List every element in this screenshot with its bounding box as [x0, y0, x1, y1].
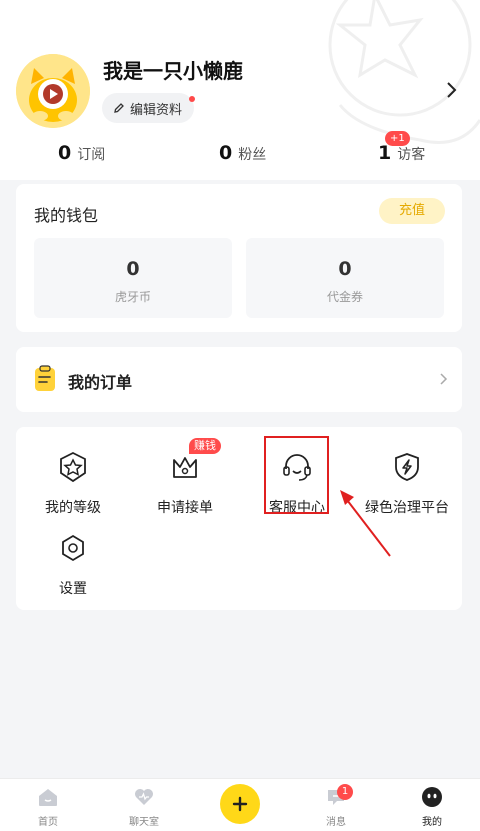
service-label: 设置: [59, 581, 87, 597]
chat-heart-icon: [135, 789, 153, 805]
earn-badge: 赚钱: [189, 438, 221, 454]
chevron-right-icon[interactable]: [445, 80, 459, 100]
wallet-huya-coins[interactable]: 0 虎牙币: [34, 238, 232, 318]
tab-label: 首页: [38, 817, 58, 828]
profile-header: 我是一只小懒鹿 编辑资料 0 订阅 0 粉丝 1 访客 +1: [0, 0, 480, 180]
plus-icon: [232, 796, 248, 812]
my-orders-label: 我的订单: [68, 373, 133, 392]
stat-label: 订阅: [77, 147, 106, 163]
wallet-label: 虎牙币: [114, 290, 151, 304]
pointer-arrow-icon: [340, 490, 391, 557]
tiger-mascot-icon: [16, 54, 90, 128]
edit-profile-label: 编辑资料: [130, 102, 183, 118]
avatar[interactable]: [16, 54, 90, 128]
service-apply-orders[interactable]: 申请接单: [130, 449, 240, 517]
stat-subscriptions[interactable]: 0 订阅: [58, 142, 105, 164]
recharge-button[interactable]: 充值: [379, 198, 445, 224]
my-orders-row[interactable]: 我的订单: [16, 347, 462, 412]
visitor-badge: +1: [385, 131, 410, 146]
gear-icon: [62, 534, 84, 562]
crown-icon: [173, 457, 197, 478]
pencil-icon: [114, 103, 124, 113]
profile-icon: [422, 787, 442, 807]
edit-profile-button[interactable]: 编辑资料: [102, 93, 196, 123]
wallet-value: 0: [338, 258, 352, 280]
level-badge-icon: [60, 451, 86, 483]
service-my-level[interactable]: 我的等级: [18, 449, 128, 517]
create-plus-button[interactable]: [220, 784, 260, 824]
wallet-value: 0: [126, 258, 140, 280]
service-label: 我的等级: [45, 500, 101, 516]
stat-label: 访客: [397, 147, 426, 163]
service-settings[interactable]: 设置: [18, 530, 128, 598]
highlight-box: [264, 436, 329, 514]
shield-bolt-icon: [395, 453, 419, 481]
stat-value: 0: [219, 142, 233, 164]
wallet-label: 代金券: [326, 290, 363, 304]
service-label: 申请接单: [157, 500, 213, 516]
tab-label: 聊天室: [129, 817, 159, 828]
chevron-right-icon: [440, 373, 448, 385]
wallet-card: 我的钱包 充值 0 虎牙币 0 代金券: [16, 184, 462, 332]
tab-messages[interactable]: 消息: [306, 785, 366, 828]
tab-mine[interactable]: 我的: [402, 785, 462, 828]
order-document-icon: [35, 365, 55, 391]
stat-fans[interactable]: 0 粉丝: [219, 142, 266, 164]
message-count-badge: 1: [337, 784, 353, 800]
username: 我是一只小懒鹿: [103, 59, 243, 83]
tab-home[interactable]: 首页: [18, 785, 78, 828]
home-icon: [39, 789, 57, 806]
tab-label: 消息: [326, 817, 346, 828]
stat-value: 0: [58, 142, 72, 164]
wallet-vouchers[interactable]: 0 代金券: [246, 238, 444, 318]
tab-chatroom[interactable]: 聊天室: [114, 785, 174, 828]
wallet-title: 我的钱包: [34, 206, 99, 225]
notification-dot: [189, 96, 196, 102]
stat-label: 粉丝: [238, 147, 267, 163]
tab-label: 我的: [422, 817, 442, 828]
